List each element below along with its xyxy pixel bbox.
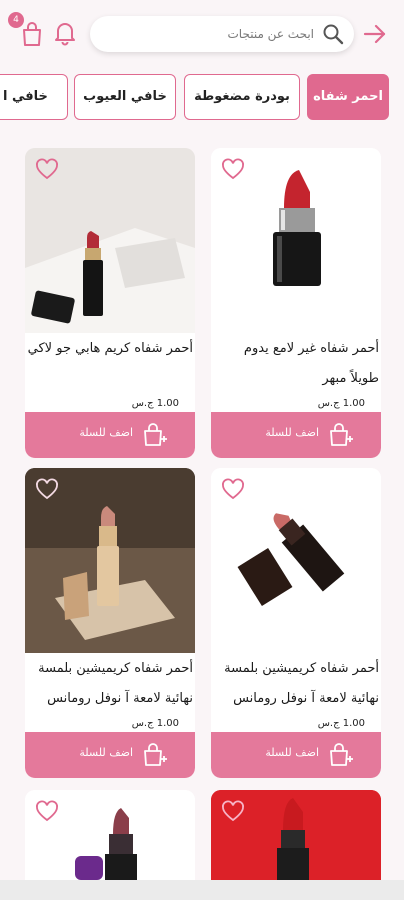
notifications-button[interactable] <box>52 20 78 46</box>
add-to-cart-label: اضف للسلة <box>265 746 319 759</box>
product-image <box>211 790 381 880</box>
category-chip-concealer[interactable]: خافي العيوب <box>74 74 176 120</box>
add-to-cart-button[interactable]: اضف للسلة <box>25 412 195 458</box>
product-image <box>25 148 195 333</box>
cart-plus-icon <box>144 743 167 766</box>
heart-icon[interactable] <box>35 478 59 502</box>
product-price: 1.00 ج.س <box>317 718 365 729</box>
add-to-cart-button[interactable]: اضف للسلة <box>25 732 195 778</box>
cart-plus-icon <box>144 423 167 446</box>
arrow-right-icon <box>363 24 386 44</box>
product-image <box>25 468 195 653</box>
add-to-cart-label: اضف للسلة <box>79 426 133 439</box>
product-price: 1.00 ج.س <box>131 718 179 729</box>
cart-plus-icon <box>330 423 353 446</box>
product-card[interactable] <box>25 790 195 880</box>
category-tabs: احمر شفاه بودرة مضغوطة خافي العيوب خافي … <box>0 74 404 120</box>
heart-icon[interactable] <box>221 800 245 824</box>
product-image <box>211 468 381 653</box>
product-card[interactable]: أحمر شفاه كريميشين بلمسة نهائية لامعة آ … <box>211 468 381 778</box>
system-navigation-bar <box>0 880 404 900</box>
product-card[interactable] <box>211 790 381 880</box>
cart-plus-icon <box>330 743 353 766</box>
category-chip-concealer-2[interactable]: خافي ا <box>0 74 68 120</box>
product-price: 1.00 ج.س <box>131 398 179 409</box>
bell-icon <box>55 23 75 46</box>
heart-icon[interactable] <box>221 478 245 502</box>
add-to-cart-label: اضف للسلة <box>79 746 133 759</box>
product-name[interactable]: أحمر شفاه كريميشين بلمسة نهائية لامعة آ … <box>25 654 195 716</box>
cart-button[interactable]: 4 <box>8 12 46 48</box>
product-image <box>211 148 381 333</box>
add-to-cart-button[interactable]: اضف للسلة <box>211 412 381 458</box>
search-bar <box>90 16 354 52</box>
product-name[interactable]: أحمر شفاه غير لامع يدوم طويلاً مبهر <box>211 334 381 396</box>
product-price: 1.00 ج.س <box>317 398 365 409</box>
product-card[interactable]: أحمر شفاه غير لامع يدوم طويلاً مبهر 1.00… <box>211 148 381 458</box>
top-bar: 4 <box>0 0 404 70</box>
back-button[interactable] <box>362 22 388 46</box>
product-name[interactable]: أحمر شفاه كريميشين بلمسة نهائية لامعة آ … <box>211 654 381 716</box>
product-card[interactable]: أحمر شفاه كريم هابي جو لاكي 1.00 ج.س اضف… <box>25 148 195 458</box>
product-name[interactable]: أحمر شفاه كريم هابي جو لاكي <box>25 334 195 396</box>
product-card[interactable]: أحمر شفاه كريميشين بلمسة نهائية لامعة آ … <box>25 468 195 778</box>
heart-icon[interactable] <box>35 800 59 824</box>
category-chip-pressed-powder[interactable]: بودرة مضغوطة <box>184 74 300 120</box>
cart-count-badge: 4 <box>8 12 24 28</box>
add-to-cart-button[interactable]: اضف للسلة <box>211 732 381 778</box>
search-input[interactable] <box>104 16 314 52</box>
category-chip-lipstick[interactable]: احمر شفاه <box>307 74 389 120</box>
heart-icon[interactable] <box>221 158 245 182</box>
search-icon[interactable] <box>322 23 344 45</box>
add-to-cart-label: اضف للسلة <box>265 426 319 439</box>
product-image <box>25 790 195 880</box>
heart-icon[interactable] <box>35 158 59 182</box>
